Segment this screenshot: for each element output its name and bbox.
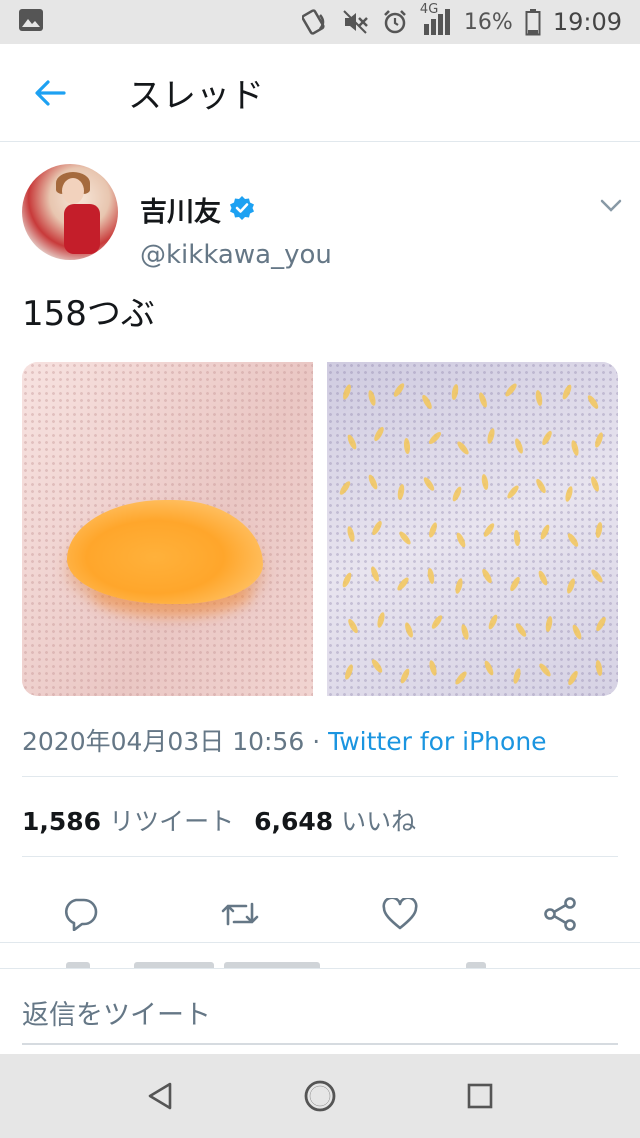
timestamp-row: 2020年04月03日 10:56 · Twitter for iPhone: [22, 722, 547, 758]
arrow-left-icon[interactable]: [20, 63, 80, 123]
pulp-grains: [339, 383, 606, 686]
status-bar: 4G 16% 19:09: [0, 0, 640, 44]
likes-stat[interactable]: 6,648 いいね: [254, 802, 416, 838]
battery-percent: 16%: [463, 9, 513, 35]
reply-underline: [22, 1043, 618, 1045]
likes-label: いいね: [341, 807, 417, 836]
home-circle-icon[interactable]: [300, 1076, 340, 1116]
status-right: 4G 16% 19:09: [301, 2, 622, 36]
like-icon[interactable]: [380, 894, 420, 934]
retweet-icon[interactable]: [220, 894, 260, 934]
retweets-label: リツイート: [109, 807, 235, 836]
battery-icon: [525, 8, 541, 36]
share-icon[interactable]: [540, 894, 580, 934]
orange-segment: [67, 500, 263, 604]
avatar-dress: [64, 204, 100, 254]
divider: [22, 776, 618, 777]
thread-header: スレッド: [0, 44, 640, 142]
divider: [0, 942, 640, 943]
page-title: スレッド: [128, 76, 264, 116]
timestamp: 2020年04月03日 10:56: [22, 727, 305, 756]
stats-row: 1,586 リツイート 6,648 いいね: [22, 802, 416, 838]
name-line[interactable]: 吉川友: [140, 190, 255, 229]
chevron-down-icon[interactable]: [600, 198, 622, 217]
reply-compose[interactable]: 返信をツイート: [0, 968, 640, 1054]
back-triangle-icon[interactable]: [140, 1076, 180, 1116]
timestamp-separator: ·: [304, 727, 329, 756]
signal-icon: 4G: [420, 2, 452, 36]
divider: [22, 856, 618, 857]
reply-icon[interactable]: [60, 894, 100, 934]
system-nav-bar: [0, 1054, 640, 1138]
handle[interactable]: @kikkawa_you: [140, 240, 332, 270]
author-row: 吉川友 @kikkawa_you: [22, 164, 622, 270]
recents-square-icon[interactable]: [460, 1076, 500, 1116]
alarm-icon: [382, 9, 408, 35]
avatar-face: [62, 178, 84, 204]
retweets-count: 1,586: [22, 807, 102, 836]
mute-icon: [342, 9, 370, 35]
nfc-icon: [301, 9, 330, 35]
status-time: 19:09: [552, 8, 622, 36]
orange-segment-photo[interactable]: [22, 362, 313, 696]
reply-input[interactable]: 返信をツイート: [22, 993, 211, 1032]
next-reply-peek: [0, 944, 640, 970]
avatar[interactable]: [22, 164, 118, 260]
display-name[interactable]: 吉川友: [140, 190, 221, 229]
status-left: [18, 8, 44, 36]
tweet-text: 158つぶ: [22, 294, 155, 334]
tweet-media: [22, 362, 618, 696]
likes-count: 6,648: [254, 807, 334, 836]
verified-badge-icon: [229, 195, 255, 225]
orange-pulp-grains-photo[interactable]: [327, 362, 618, 696]
retweets-stat[interactable]: 1,586 リツイート: [22, 802, 234, 838]
gallery-icon: [18, 8, 44, 36]
source-link[interactable]: Twitter for iPhone: [328, 727, 546, 756]
